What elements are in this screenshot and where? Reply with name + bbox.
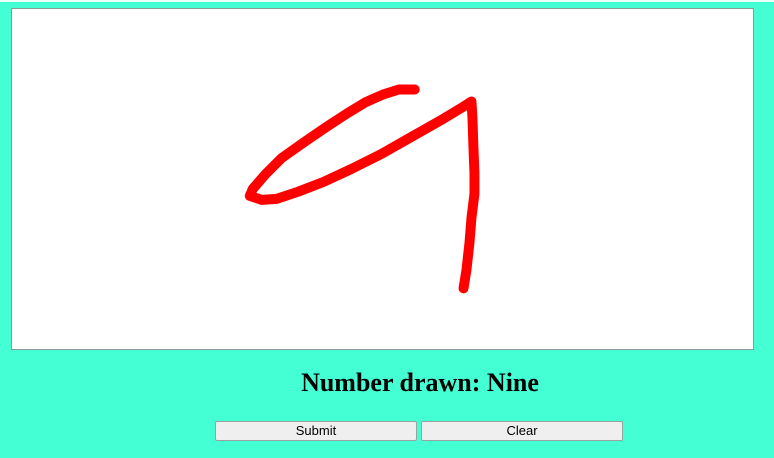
drawing-surface[interactable] [12,9,753,349]
app-window: Number drawn: Nine Submit Clear [0,0,774,458]
clear-button[interactable]: Clear [421,421,623,441]
drawn-stroke [244,84,480,294]
submit-button[interactable]: Submit [215,421,417,441]
drawing-canvas[interactable] [11,8,754,350]
result-label: Number drawn: Nine [301,368,539,397]
